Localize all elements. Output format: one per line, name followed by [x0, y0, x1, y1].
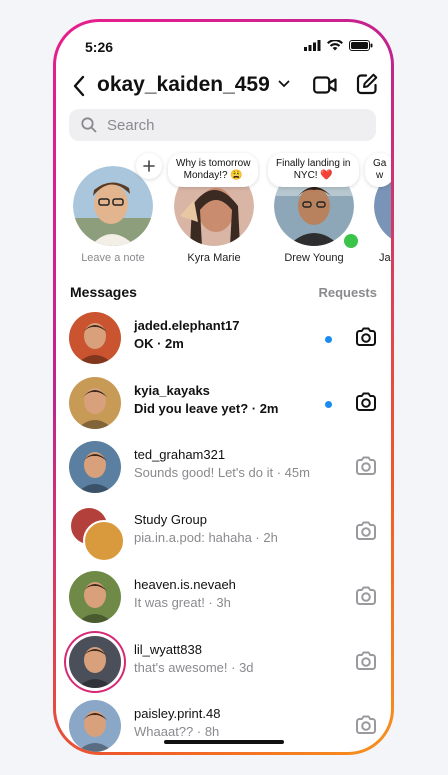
- search-icon: [81, 117, 97, 133]
- requests-link[interactable]: Requests: [318, 285, 377, 300]
- note-bubble: Why is tomorrow Monday!? 😩: [168, 153, 259, 187]
- header: okay_kaiden_459: [56, 72, 391, 100]
- back-arrow-icon[interactable]: [72, 75, 86, 97]
- thread-preview: Sounds good! Let's do it · 45m: [134, 465, 310, 481]
- messages-section-header: Messages Requests: [70, 284, 377, 302]
- avatar: [69, 312, 121, 364]
- phone-frame: 5:26 okay_kaiden_459 Search Leave a note…: [53, 19, 394, 755]
- thread-row[interactable]: Study Group pia.in.a.pod: hahaha · 2h: [56, 502, 391, 563]
- account-username[interactable]: okay_kaiden_459: [97, 73, 270, 97]
- thread-row[interactable]: heaven.is.nevaeh It was great! · 3h: [56, 567, 391, 627]
- battery-icon: [349, 40, 373, 51]
- thread-name: kyia_kayaks: [134, 382, 210, 398]
- unread-dot: [325, 336, 332, 343]
- thread-preview: It was great! · 3h: [134, 594, 231, 610]
- video-call-icon[interactable]: [313, 75, 337, 95]
- thread-row[interactable]: ted_graham321 Sounds good! Let's do it · …: [56, 437, 391, 497]
- avatar: [69, 700, 121, 752]
- note-name: Jac: [379, 252, 391, 264]
- thread-preview: pia.in.a.pod: hahaha · 2h: [134, 530, 278, 546]
- home-indicator: [164, 740, 284, 744]
- note-name: Drew Young: [284, 252, 344, 264]
- notes-tray: Leave a note Why is tomorrow Monday!? 😩 …: [56, 153, 391, 265]
- wifi-icon: [327, 40, 343, 51]
- avatar: [73, 166, 153, 246]
- thread-name: lil_wyatt838: [134, 641, 202, 657]
- thread-name: ted_graham321: [134, 447, 226, 463]
- new-message-icon[interactable]: [356, 73, 378, 95]
- camera-icon[interactable]: [355, 392, 377, 412]
- avatar: [69, 441, 121, 494]
- chevron-down-icon[interactable]: [278, 80, 290, 88]
- note-bubble: Ga w: [365, 153, 391, 187]
- status-icons: [304, 40, 373, 51]
- signal-icon: [304, 40, 321, 51]
- avatar: [69, 570, 121, 623]
- avatar: [69, 635, 121, 688]
- status-time: 5:26: [85, 39, 114, 55]
- plus-icon: [143, 160, 155, 172]
- thread-name: Study Group: [134, 512, 207, 528]
- camera-icon[interactable]: [355, 715, 377, 735]
- thread-name: paisley.print.48: [134, 706, 221, 722]
- search-bar[interactable]: Search: [69, 109, 376, 141]
- search-placeholder: Search: [107, 116, 155, 134]
- note-name: Leave a note: [81, 252, 145, 264]
- thread-preview: OK · 2m: [134, 336, 184, 351]
- thread-preview: Did you leave yet? · 2m: [134, 400, 279, 416]
- online-indicator: [342, 232, 360, 250]
- camera-icon[interactable]: [355, 327, 377, 347]
- messages-title: Messages: [70, 284, 137, 300]
- camera-icon[interactable]: [355, 651, 377, 671]
- camera-icon[interactable]: [355, 586, 377, 606]
- add-note-button[interactable]: [136, 153, 162, 179]
- note-name: Kyra Marie: [187, 252, 241, 264]
- thread-preview: Whaaat?? · 8h: [134, 724, 220, 740]
- camera-icon[interactable]: [355, 456, 377, 476]
- camera-icon[interactable]: [355, 521, 377, 541]
- group-avatar: [69, 506, 125, 563]
- thread-row[interactable]: lil_wyatt838 that's awesome! · 3d: [56, 632, 391, 692]
- unread-dot: [325, 400, 332, 408]
- avatar: [69, 376, 121, 429]
- status-bar: 5:26: [56, 36, 391, 56]
- thread-preview: that's awesome! · 3d: [134, 659, 254, 675]
- thread-name: heaven.is.nevaeh: [134, 576, 236, 592]
- thread-row[interactable]: jaded.elephant17 OK · 2m: [56, 308, 391, 368]
- thread-name: jaded.elephant17: [134, 318, 240, 333]
- phone-screen: 5:26 okay_kaiden_459 Search Leave a note…: [56, 22, 391, 752]
- thread-row[interactable]: kyia_kayaks Did you leave yet? · 2m: [56, 373, 391, 433]
- note-bubble: Finally landing in NYC! ❤️: [268, 153, 359, 187]
